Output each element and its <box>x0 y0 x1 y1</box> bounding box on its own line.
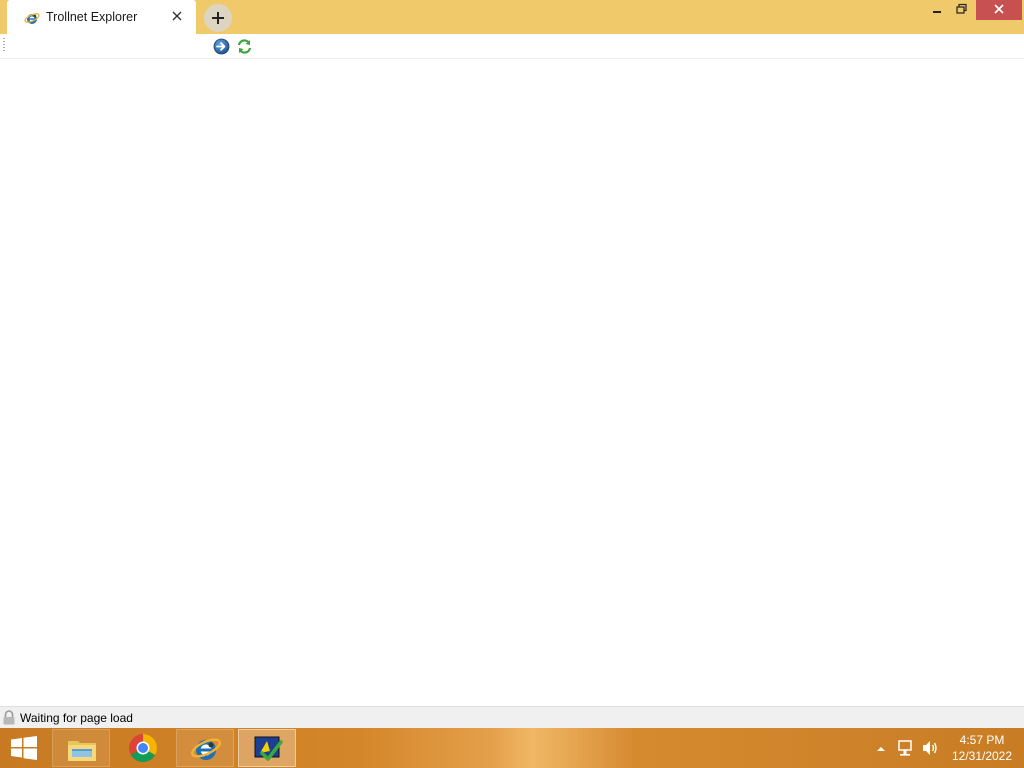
refresh-icon[interactable] <box>236 38 253 55</box>
status-text: Waiting for page load <box>20 711 133 725</box>
navigation-toolbar <box>0 34 1024 59</box>
status-bar: Waiting for page load <box>0 706 1024 729</box>
ie-logo-icon <box>24 13 40 24</box>
tab-close-icon[interactable] <box>170 9 184 23</box>
taskbar-file-explorer[interactable] <box>52 729 110 767</box>
go-arrow-icon[interactable] <box>213 38 230 55</box>
plus-icon <box>212 12 224 24</box>
new-tab-button[interactable] <box>204 4 232 32</box>
close-window-button[interactable] <box>976 0 1022 20</box>
windows-logo-icon <box>11 736 37 760</box>
volume-icon[interactable] <box>921 728 939 768</box>
system-clock[interactable]: 4:57 PM 12/31/2022 <box>944 732 1020 764</box>
ie-icon <box>190 738 222 760</box>
lock-icon <box>3 710 15 725</box>
folder-icon <box>68 741 96 761</box>
taskbar: 4:57 PM 12/31/2022 <box>0 728 1024 768</box>
chrome-icon <box>129 734 157 762</box>
close-icon <box>994 4 1004 14</box>
restore-button[interactable] <box>950 0 974 20</box>
minimize-button[interactable] <box>925 0 949 20</box>
taskbar-trollnet-explorer[interactable] <box>238 729 296 767</box>
title-bar: Trollnet Explorer <box>0 0 1024 34</box>
page-content-area[interactable] <box>0 59 1024 706</box>
clock-time: 4:57 PM <box>959 733 1005 747</box>
tab-title: Trollnet Explorer <box>46 10 138 24</box>
taskbar-chrome[interactable] <box>114 729 172 767</box>
minimize-icon <box>933 11 941 13</box>
start-button[interactable] <box>0 728 48 768</box>
taskbar-internet-explorer[interactable] <box>176 729 234 767</box>
restore-icon <box>956 3 967 14</box>
network-icon[interactable] <box>897 728 915 768</box>
clock-date: 12/31/2022 <box>951 749 1013 763</box>
browser-tab[interactable]: Trollnet Explorer <box>7 0 196 34</box>
address-field[interactable] <box>8 34 204 56</box>
show-hidden-icons-arrow[interactable] <box>875 728 887 768</box>
trollnet-icon <box>254 736 283 761</box>
toolbar-grip[interactable] <box>3 38 5 53</box>
